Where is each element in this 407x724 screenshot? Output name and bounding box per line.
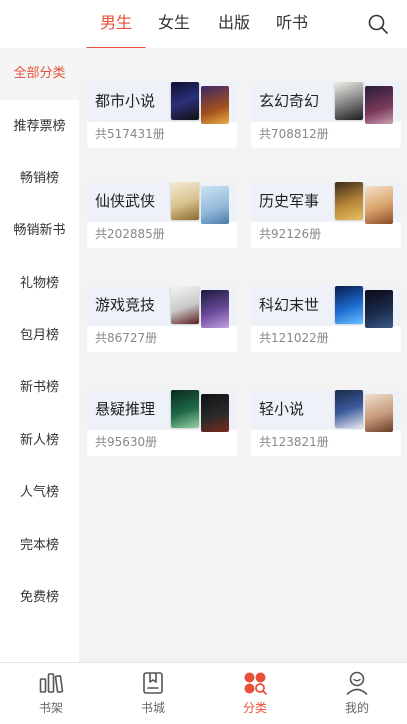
book-cover-image xyxy=(335,286,363,324)
category-count: 共86727册 xyxy=(95,331,158,345)
sidebar-item-gift[interactable]: 礼物榜 xyxy=(0,258,79,310)
sidebar-item-new-authors[interactable]: 新人榜 xyxy=(0,415,79,467)
category-icon xyxy=(244,672,267,695)
category-name: 科幻末世 xyxy=(259,296,320,314)
sidebar-item-recommend-votes[interactable]: 推荐票榜 xyxy=(0,101,79,153)
profile-icon xyxy=(346,671,368,695)
sidebar-item-all-categories[interactable]: 全部分类 xyxy=(0,48,79,100)
tab-audiobook[interactable]: 听书 xyxy=(276,12,308,38)
sidebar-item-new-bestseller[interactable]: 畅销新书 xyxy=(0,205,79,257)
category-count: 共517431册 xyxy=(95,127,165,141)
book-cover-image xyxy=(365,86,393,124)
category-card-mystery[interactable]: 悬疑推理 共95630册 xyxy=(87,390,237,456)
category-count: 共121022册 xyxy=(259,331,329,345)
top-tab-bar: 男生 女生 出版 听书 xyxy=(0,0,407,50)
category-card-fantasy[interactable]: 玄幻奇幻 共708812册 xyxy=(251,82,401,148)
nav-profile[interactable]: 我的 xyxy=(306,663,407,724)
book-cover-image xyxy=(171,390,199,428)
nav-category[interactable]: 分类 xyxy=(204,663,306,724)
tab-female[interactable]: 女生 xyxy=(158,12,190,38)
category-card-xianxia[interactable]: 仙侠武侠 共202885册 xyxy=(87,182,237,248)
tab-publish[interactable]: 出版 xyxy=(218,12,250,38)
bottom-navigation: 书架 书城 分类 我的 xyxy=(0,662,407,724)
category-card-scifi[interactable]: 科幻末世 共121022册 xyxy=(251,286,401,352)
category-card-history[interactable]: 历史军事 共92126册 xyxy=(251,182,401,248)
book-cover-image xyxy=(171,82,199,120)
book-cover-image xyxy=(171,182,199,220)
sidebar-item-completed[interactable]: 完本榜 xyxy=(0,520,79,572)
ranking-sidebar: 全部分类 推荐票榜 畅销榜 畅销新书 礼物榜 包月榜 新书榜 新人榜 人气榜 完… xyxy=(0,48,79,662)
book-cover-image xyxy=(365,290,393,328)
sidebar-item-popularity[interactable]: 人气榜 xyxy=(0,467,79,519)
category-card-urban[interactable]: 都市小说 共517431册 xyxy=(87,82,237,148)
sidebar-item-monthly[interactable]: 包月榜 xyxy=(0,310,79,362)
category-card-gaming[interactable]: 游戏竞技 共86727册 xyxy=(87,286,237,352)
category-name: 游戏竞技 xyxy=(95,296,156,314)
nav-bookshelf[interactable]: 书架 xyxy=(0,663,102,724)
category-name: 历史军事 xyxy=(259,192,320,210)
category-name: 悬疑推理 xyxy=(95,400,156,418)
category-count: 共708812册 xyxy=(259,127,329,141)
category-grid: 都市小说 共517431册 玄幻奇幻 共708812册 仙侠武侠 共202885… xyxy=(79,48,407,662)
sidebar-item-new-books[interactable]: 新书榜 xyxy=(0,362,79,414)
category-count: 共202885册 xyxy=(95,227,165,241)
tab-male[interactable]: 男生 xyxy=(86,12,146,50)
nav-bookstore-label: 书城 xyxy=(140,701,165,715)
sidebar-item-bestseller[interactable]: 畅销榜 xyxy=(0,153,79,205)
book-cover-image xyxy=(335,82,363,120)
category-count: 共95630册 xyxy=(95,435,158,449)
book-cover-image xyxy=(365,186,393,224)
nav-category-label: 分类 xyxy=(242,701,267,715)
book-cover-image xyxy=(201,86,229,124)
book-cover-image xyxy=(335,182,363,220)
book-cover-image xyxy=(365,394,393,432)
tab-publish-label: 出版 xyxy=(218,13,251,32)
nav-profile-label: 我的 xyxy=(344,701,369,715)
book-cover-image xyxy=(335,390,363,428)
search-icon xyxy=(368,14,388,34)
category-count: 共123821册 xyxy=(259,435,329,449)
category-name: 仙侠武侠 xyxy=(95,192,156,210)
tab-male-label: 男生 xyxy=(100,13,133,32)
book-cover-image xyxy=(201,186,229,224)
book-cover-image xyxy=(201,290,229,328)
search-button[interactable] xyxy=(367,13,389,35)
category-name: 轻小说 xyxy=(259,400,305,418)
nav-bookstore[interactable]: 书城 xyxy=(102,663,204,724)
category-name: 玄幻奇幻 xyxy=(259,92,320,110)
bookstore-icon xyxy=(143,672,163,694)
category-count: 共92126册 xyxy=(259,227,322,241)
book-cover-image xyxy=(171,286,199,324)
tab-female-label: 女生 xyxy=(158,13,191,32)
category-card-light-novel[interactable]: 轻小说 共123821册 xyxy=(251,390,401,456)
category-name: 都市小说 xyxy=(95,92,156,110)
bookshelf-icon xyxy=(39,673,64,693)
book-cover-image xyxy=(201,394,229,432)
nav-bookshelf-label: 书架 xyxy=(38,701,63,715)
tab-audiobook-label: 听书 xyxy=(276,13,309,32)
sidebar-item-free[interactable]: 免费榜 xyxy=(0,572,79,624)
